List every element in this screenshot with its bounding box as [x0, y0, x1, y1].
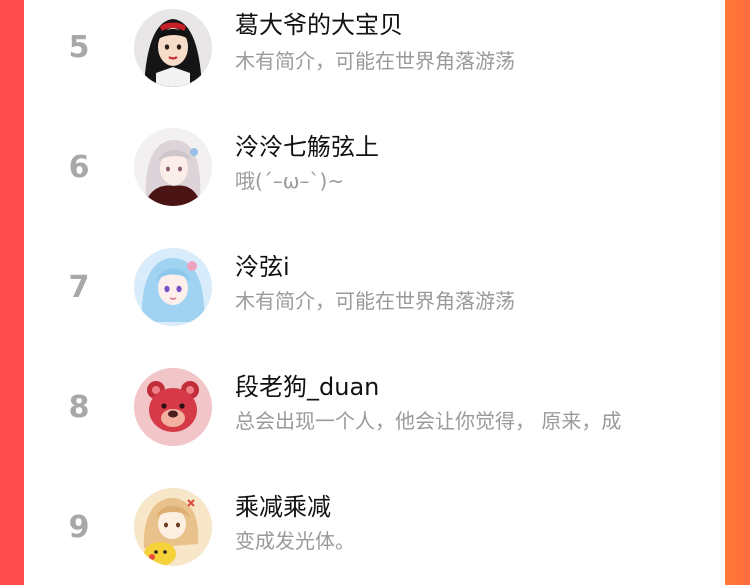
user-bio: 变成发光体。 — [235, 529, 355, 553]
ranking-list: 5 葛大爷的大宝贝 木有简介，可能在世界角落游荡 6 泠泠七觞弦上 哦(´–ω–… — [24, 0, 725, 585]
rank-number: 6 — [68, 150, 90, 185]
ranking-row-8[interactable]: 8 段老狗_duan 总会出现一个人，他会让你觉得， 原来，成 — [24, 360, 725, 480]
blue-hair-anime-avatar-icon[interactable] — [134, 248, 212, 326]
user-bio: 总会出现一个人，他会让你觉得， 原来，成 — [235, 409, 622, 433]
silver-hair-girl-avatar-icon[interactable] — [134, 128, 212, 206]
ranking-row-9[interactable]: 9 乘减乘减 变成发光体。 — [24, 480, 725, 585]
rank-number: 8 — [68, 390, 90, 425]
user-name[interactable]: 泠泠七觞弦上 — [235, 132, 379, 162]
snow-white-avatar-icon[interactable] — [134, 9, 212, 87]
rank-number: 9 — [68, 510, 90, 545]
ranking-row-7[interactable]: 7 泠弦i 木有简介，可能在世界角落游荡 — [24, 240, 725, 360]
ranking-row-6[interactable]: 6 泠泠七觞弦上 哦(´–ω–`)~ — [24, 120, 725, 240]
ranking-row-5[interactable]: 5 葛大爷的大宝贝 木有简介，可能在世界角落游荡 — [24, 0, 725, 120]
user-name[interactable]: 葛大爷的大宝贝 — [235, 10, 403, 40]
user-bio: 木有简介，可能在世界角落游荡 — [235, 289, 515, 313]
user-name[interactable]: 泠弦i — [235, 252, 290, 282]
user-name[interactable]: 段老狗_duan — [235, 372, 379, 402]
user-bio: 哦(´–ω–`)~ — [235, 169, 345, 193]
rank-number: 7 — [68, 270, 90, 305]
rank-number: 5 — [68, 30, 90, 65]
pikachu-girl-avatar-icon[interactable] — [134, 488, 212, 566]
user-bio: 木有简介，可能在世界角落游荡 — [235, 49, 515, 73]
user-name[interactable]: 乘减乘减 — [235, 492, 331, 522]
pink-bear-avatar-icon[interactable] — [134, 368, 212, 446]
